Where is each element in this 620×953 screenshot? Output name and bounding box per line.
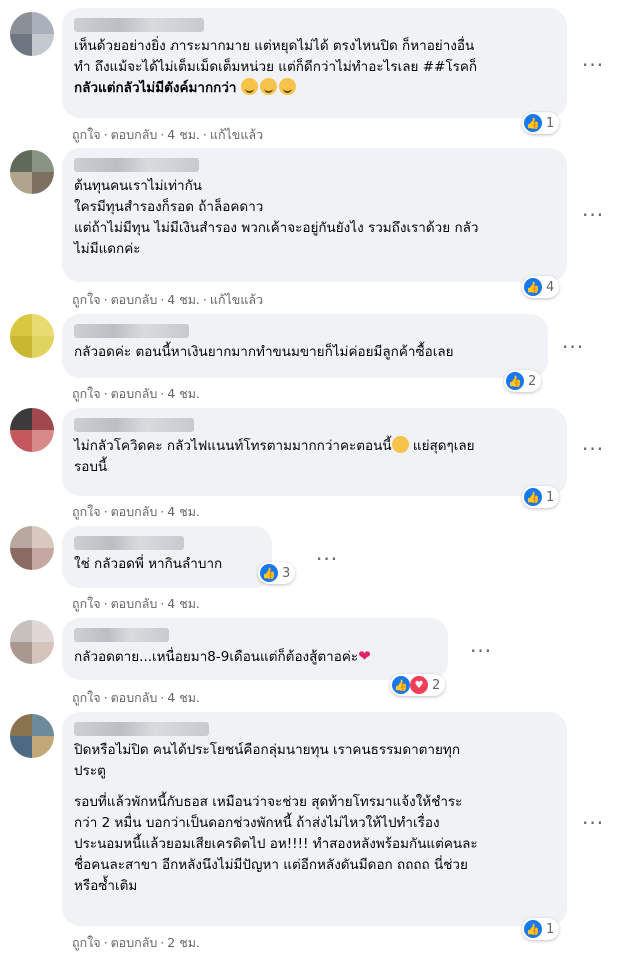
comment-actions: ถูกใจ · ตอบกลับ · 4 ชม. · แก้ไขแล้ว xyxy=(72,127,264,142)
like-button[interactable]: ถูกใจ xyxy=(72,935,101,950)
comment-text: ปิดหรือไม่ปิด คนได้ประโยชน์คือกลุ่มนายทุ… xyxy=(74,742,460,779)
comment-bubble: ไม่กลัวโควิดคะ กลัวไฟแนนท์โทรตามมากกว่าค… xyxy=(62,408,567,496)
comment-actions: ถูกใจ · ตอบกลับ · 4 ชม. xyxy=(72,386,200,401)
comment-text: ไม่กลัวโควิดคะ กลัวไฟแนนท์โทรตามมากกว่าค… xyxy=(74,436,475,475)
reaction-summary[interactable]: 👍 1 xyxy=(522,486,560,508)
like-button[interactable]: ถูกใจ xyxy=(72,386,101,401)
love-icon: ♥ xyxy=(410,676,428,694)
commenter-name-blurred[interactable] xyxy=(74,722,209,736)
timestamp[interactable]: 4 ชม. xyxy=(167,127,200,142)
comment-actions: ถูกใจ · ตอบกลับ · 4 ชม. xyxy=(72,690,200,705)
like-icon: 👍 xyxy=(524,114,542,132)
avatar[interactable] xyxy=(10,408,54,452)
commenter-name-blurred[interactable] xyxy=(74,324,189,338)
comment-bubble: ต้นทุนคนเราไม่เท่ากัน ใครมีทุนสำรองก็รอด… xyxy=(62,148,567,282)
edited-label[interactable]: แก้ไขแล้ว xyxy=(210,127,263,142)
like-icon: 👍 xyxy=(506,372,524,390)
more-options-icon[interactable]: ··· xyxy=(582,439,604,459)
commenter-name-blurred[interactable] xyxy=(74,536,184,550)
reaction-summary[interactable]: 👍 ♥ 2 xyxy=(390,674,446,696)
heart-emoji-icon: ❤ xyxy=(358,647,371,665)
timestamp[interactable]: 4 ชม. xyxy=(167,504,200,519)
comment-bubble: เห็นด้วยอย่างยิ่ง ภาระมากมาย แต่หยุดไม่ไ… xyxy=(62,8,567,118)
reaction-summary[interactable]: 👍 1 xyxy=(522,112,560,134)
avatar[interactable] xyxy=(10,526,54,570)
edited-label[interactable]: แก้ไขแล้ว xyxy=(210,292,263,307)
timestamp[interactable]: 4 ชม. xyxy=(167,292,200,307)
grin-emoji-icon xyxy=(240,78,258,95)
avatar[interactable] xyxy=(10,12,54,56)
comment-bubble: กลัวอดค่ะ ตอนนี้หาเงินยากมากทำขนมขายก็ไม… xyxy=(62,314,548,378)
timestamp[interactable]: 2 ชม. xyxy=(167,935,200,950)
comment-text: กลัวอดตาย...เหนื่อยมา8-9เดือนแต่ก็ต้องสู… xyxy=(74,647,371,665)
more-options-icon[interactable]: ··· xyxy=(582,205,604,225)
comment-actions: ถูกใจ · ตอบกลับ · 4 ชม. · แก้ไขแล้ว xyxy=(72,292,264,307)
avatar[interactable] xyxy=(10,620,54,664)
reaction-summary[interactable]: 👍 3 xyxy=(258,562,296,584)
like-button[interactable]: ถูกใจ xyxy=(72,292,101,307)
more-options-icon[interactable]: ··· xyxy=(582,55,604,75)
comment-text: กลัวอดค่ะ ตอนนี้หาเงินยากมากทำขนมขายก็ไม… xyxy=(74,344,454,360)
comment-text: เห็นด้วยอย่างยิ่ง ภาระมากมาย แต่หยุดไม่ไ… xyxy=(74,38,478,96)
reply-button[interactable]: ตอบกลับ xyxy=(111,292,158,307)
comment-bubble: กลัวอดตาย...เหนื่อยมา8-9เดือนแต่ก็ต้องสู… xyxy=(62,618,448,680)
more-options-icon[interactable]: ··· xyxy=(562,337,584,357)
commenter-name-blurred[interactable] xyxy=(74,628,169,642)
reply-button[interactable]: ตอบกลับ xyxy=(111,127,158,142)
comment-actions: ถูกใจ · ตอบกลับ · 2 ชม. xyxy=(72,935,200,950)
worried-emoji-icon xyxy=(391,436,409,453)
comment-actions: ถูกใจ · ตอบกลับ · 4 ชม. xyxy=(72,504,200,519)
like-icon: 👍 xyxy=(392,676,410,694)
timestamp[interactable]: 4 ชม. xyxy=(167,596,200,611)
comment-text-paragraph: รอบที่แล้วพักหนี้กับธอส เหมือนว่าจะช่วย … xyxy=(74,794,478,894)
grin-emoji-icon xyxy=(278,78,296,95)
comment-text: ต้นทุนคนเราไม่เท่ากัน ใครมีทุนสำรองก็รอด… xyxy=(74,178,479,257)
avatar[interactable] xyxy=(10,314,54,358)
commenter-name-blurred[interactable] xyxy=(74,158,199,172)
comment-bubble: ใช่ กลัวอดพี่ หากินลำบาก xyxy=(62,526,272,588)
timestamp[interactable]: 4 ชม. xyxy=(167,386,200,401)
grin-emoji-icon xyxy=(259,78,277,95)
reply-button[interactable]: ตอบกลับ xyxy=(111,504,158,519)
like-button[interactable]: ถูกใจ xyxy=(72,504,101,519)
comment-bubble: ปิดหรือไม่ปิด คนได้ประโยชน์คือกลุ่มนายทุ… xyxy=(62,712,567,926)
avatar[interactable] xyxy=(10,714,54,758)
reply-button[interactable]: ตอบกลับ xyxy=(111,386,158,401)
avatar[interactable] xyxy=(10,150,54,194)
reply-button[interactable]: ตอบกลับ xyxy=(111,690,158,705)
like-icon: 👍 xyxy=(524,278,542,296)
reaction-summary[interactable]: 👍 1 xyxy=(522,918,560,940)
more-options-icon[interactable]: ··· xyxy=(470,641,492,661)
reaction-summary[interactable]: 👍 2 xyxy=(504,370,542,392)
more-options-icon[interactable]: ··· xyxy=(316,549,338,569)
like-icon: 👍 xyxy=(260,564,278,582)
timestamp[interactable]: 4 ชม. xyxy=(167,690,200,705)
like-icon: 👍 xyxy=(524,920,542,938)
like-button[interactable]: ถูกใจ xyxy=(72,596,101,611)
like-button[interactable]: ถูกใจ xyxy=(72,127,101,142)
more-options-icon[interactable]: ··· xyxy=(582,813,604,833)
reaction-summary[interactable]: 👍 4 xyxy=(522,276,560,298)
comment-text: ใช่ กลัวอดพี่ หากินลำบาก xyxy=(74,556,223,572)
reply-button[interactable]: ตอบกลับ xyxy=(111,596,158,611)
like-icon: 👍 xyxy=(524,488,542,506)
commenter-name-blurred[interactable] xyxy=(74,418,194,432)
comment-actions: ถูกใจ · ตอบกลับ · 4 ชม. xyxy=(72,596,200,611)
reply-button[interactable]: ตอบกลับ xyxy=(111,935,158,950)
commenter-name-blurred[interactable] xyxy=(74,18,204,32)
like-button[interactable]: ถูกใจ xyxy=(72,690,101,705)
